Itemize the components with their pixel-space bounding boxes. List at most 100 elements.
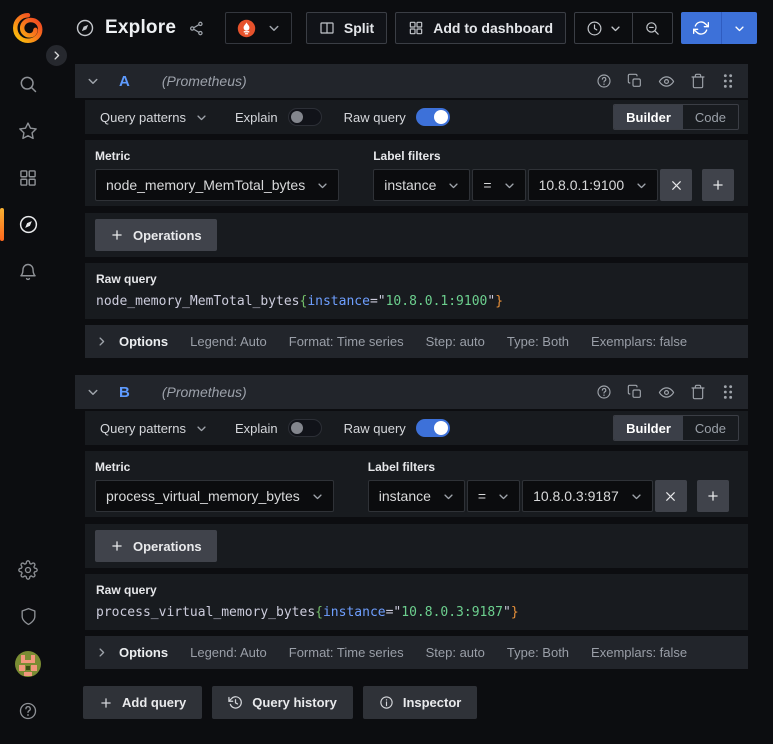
remove-filter-button[interactable] [660, 169, 693, 201]
label-operator-value: = [483, 177, 492, 193]
page-title: Explore [105, 17, 177, 38]
sidebar-item-dashboards[interactable] [0, 154, 56, 201]
history-icon [228, 695, 243, 710]
builder-mode-button[interactable]: Builder [614, 416, 683, 440]
disable-query-button[interactable] [657, 73, 676, 90]
shield-icon [19, 607, 38, 626]
label-key-select[interactable]: instance [373, 169, 471, 201]
search-icon [18, 74, 38, 94]
raw-query-toggle[interactable] [415, 108, 450, 126]
label-operator-select[interactable]: = [466, 480, 521, 512]
query-patterns-dropdown[interactable]: Query patterns [94, 411, 213, 445]
inspector-label: Inspector [402, 695, 462, 710]
option-exemplars: Exemplars: false [591, 645, 688, 660]
metric-select[interactable]: process_virtual_memory_bytes [95, 480, 334, 512]
add-to-dashboard-button[interactable]: Add to dashboard [395, 12, 566, 44]
code-mode-button[interactable]: Code [683, 416, 738, 440]
copy-icon [627, 73, 643, 89]
query-history-button[interactable]: Query history [212, 686, 353, 719]
explore-content: A (Prometheus) Query patterns Explain Ra… [56, 56, 773, 744]
drag-handle[interactable] [720, 384, 736, 400]
sidebar-expand-button[interactable] [44, 43, 69, 68]
editor-mode-switch: Builder Code [613, 104, 739, 130]
split-button[interactable]: Split [305, 12, 388, 44]
add-filter-button[interactable] [702, 169, 735, 201]
duplicate-query-button[interactable] [626, 73, 644, 89]
sidebar-item-server-admin[interactable] [0, 593, 56, 640]
sidebar-item-configuration[interactable] [0, 546, 56, 593]
label-key-select[interactable]: instance [367, 480, 465, 512]
share-icon[interactable] [188, 20, 205, 37]
raw-query-title: Raw query [96, 272, 157, 286]
raw-query-preview: Raw query node_memory_MemTotal_bytes{ins… [85, 263, 748, 319]
question-circle-icon [596, 384, 612, 400]
code-label-key: instance [322, 605, 386, 620]
query-help-button[interactable] [595, 384, 613, 400]
query-ref-id: A [119, 72, 130, 90]
explain-toggle[interactable] [287, 108, 322, 126]
remove-filter-button[interactable] [654, 480, 687, 512]
sidebar-item-starred[interactable] [0, 107, 56, 154]
query-patterns-label: Query patterns [100, 420, 186, 436]
builder-mode-button[interactable]: Builder [614, 105, 683, 129]
remove-query-button[interactable] [689, 384, 707, 400]
add-query-button[interactable]: Add query [83, 686, 203, 719]
explain-toggle[interactable] [287, 419, 322, 437]
time-picker-button[interactable] [575, 13, 632, 43]
query-options-row[interactable]: Options Legend: Auto Format: Time series… [85, 636, 748, 669]
remove-query-button[interactable] [689, 73, 707, 89]
label-key-value: instance [384, 177, 437, 193]
label-value-select[interactable]: 10.8.0.1:9100 [527, 169, 659, 201]
explain-label: Explain [235, 420, 278, 436]
editor-mode-switch: Builder Code [613, 415, 739, 441]
run-query-button [681, 12, 757, 44]
disable-query-button[interactable] [657, 384, 676, 401]
eye-icon [658, 73, 675, 90]
option-type: Type: Both [506, 645, 570, 660]
options-title: Options [119, 645, 169, 660]
chevron-down-icon [504, 180, 515, 191]
raw-query-toggle[interactable] [415, 419, 450, 437]
add-operation-button[interactable]: Operations [95, 530, 217, 562]
add-operation-label: Operations [133, 538, 202, 554]
drag-dots-icon [721, 73, 735, 89]
query-row-header[interactable]: A (Prometheus) [75, 64, 748, 98]
label-value-select[interactable]: 10.8.0.3:9187 [522, 480, 653, 512]
dashboards-grid-icon [18, 168, 38, 188]
sidebar-item-explore[interactable] [0, 201, 56, 248]
explore-compass-icon [18, 214, 39, 235]
add-filter-button[interactable] [696, 480, 729, 512]
sidebar-item-help[interactable] [0, 687, 56, 734]
chevron-down-icon [87, 75, 99, 87]
chevron-down-icon [636, 180, 647, 191]
drag-handle[interactable] [720, 73, 736, 89]
metric-select[interactable]: node_memory_MemTotal_bytes [95, 169, 340, 201]
sidebar-item-search[interactable] [0, 60, 56, 107]
compass-icon [75, 18, 95, 38]
query-row-header[interactable]: B (Prometheus) [75, 375, 748, 409]
plus-icon [110, 228, 124, 242]
duplicate-query-button[interactable] [626, 384, 644, 400]
code-metric: process_virtual_memory_bytes [96, 605, 316, 620]
sidebar-item-profile[interactable] [0, 640, 56, 687]
sidebar-item-alerting[interactable] [0, 248, 56, 295]
zoom-out-button[interactable] [633, 13, 672, 43]
query-help-button[interactable] [595, 73, 613, 89]
label-operator-select[interactable]: = [472, 169, 526, 201]
datasource-picker[interactable] [225, 12, 293, 44]
query-patterns-dropdown[interactable]: Query patterns [94, 100, 213, 134]
plus-icon [99, 696, 113, 710]
operations-row: Operations [85, 524, 748, 568]
query-builder: Metric node_memory_MemTotal_bytes Label … [85, 140, 748, 206]
raw-query-preview: Raw query process_virtual_memory_bytes{i… [85, 574, 748, 630]
add-operation-button[interactable]: Operations [95, 219, 217, 251]
explain-label: Explain [235, 109, 278, 125]
code-value: 10.8.0.3:9187 [401, 605, 504, 620]
refresh-interval-dropdown[interactable] [722, 12, 757, 44]
code-quote-close: " [487, 294, 496, 309]
option-format: Format: Time series [288, 334, 404, 349]
code-mode-button[interactable]: Code [683, 105, 738, 129]
refresh-button[interactable] [681, 12, 721, 44]
query-options-row[interactable]: Options Legend: Auto Format: Time series… [85, 325, 748, 358]
inspector-button[interactable]: Inspector [362, 686, 478, 719]
